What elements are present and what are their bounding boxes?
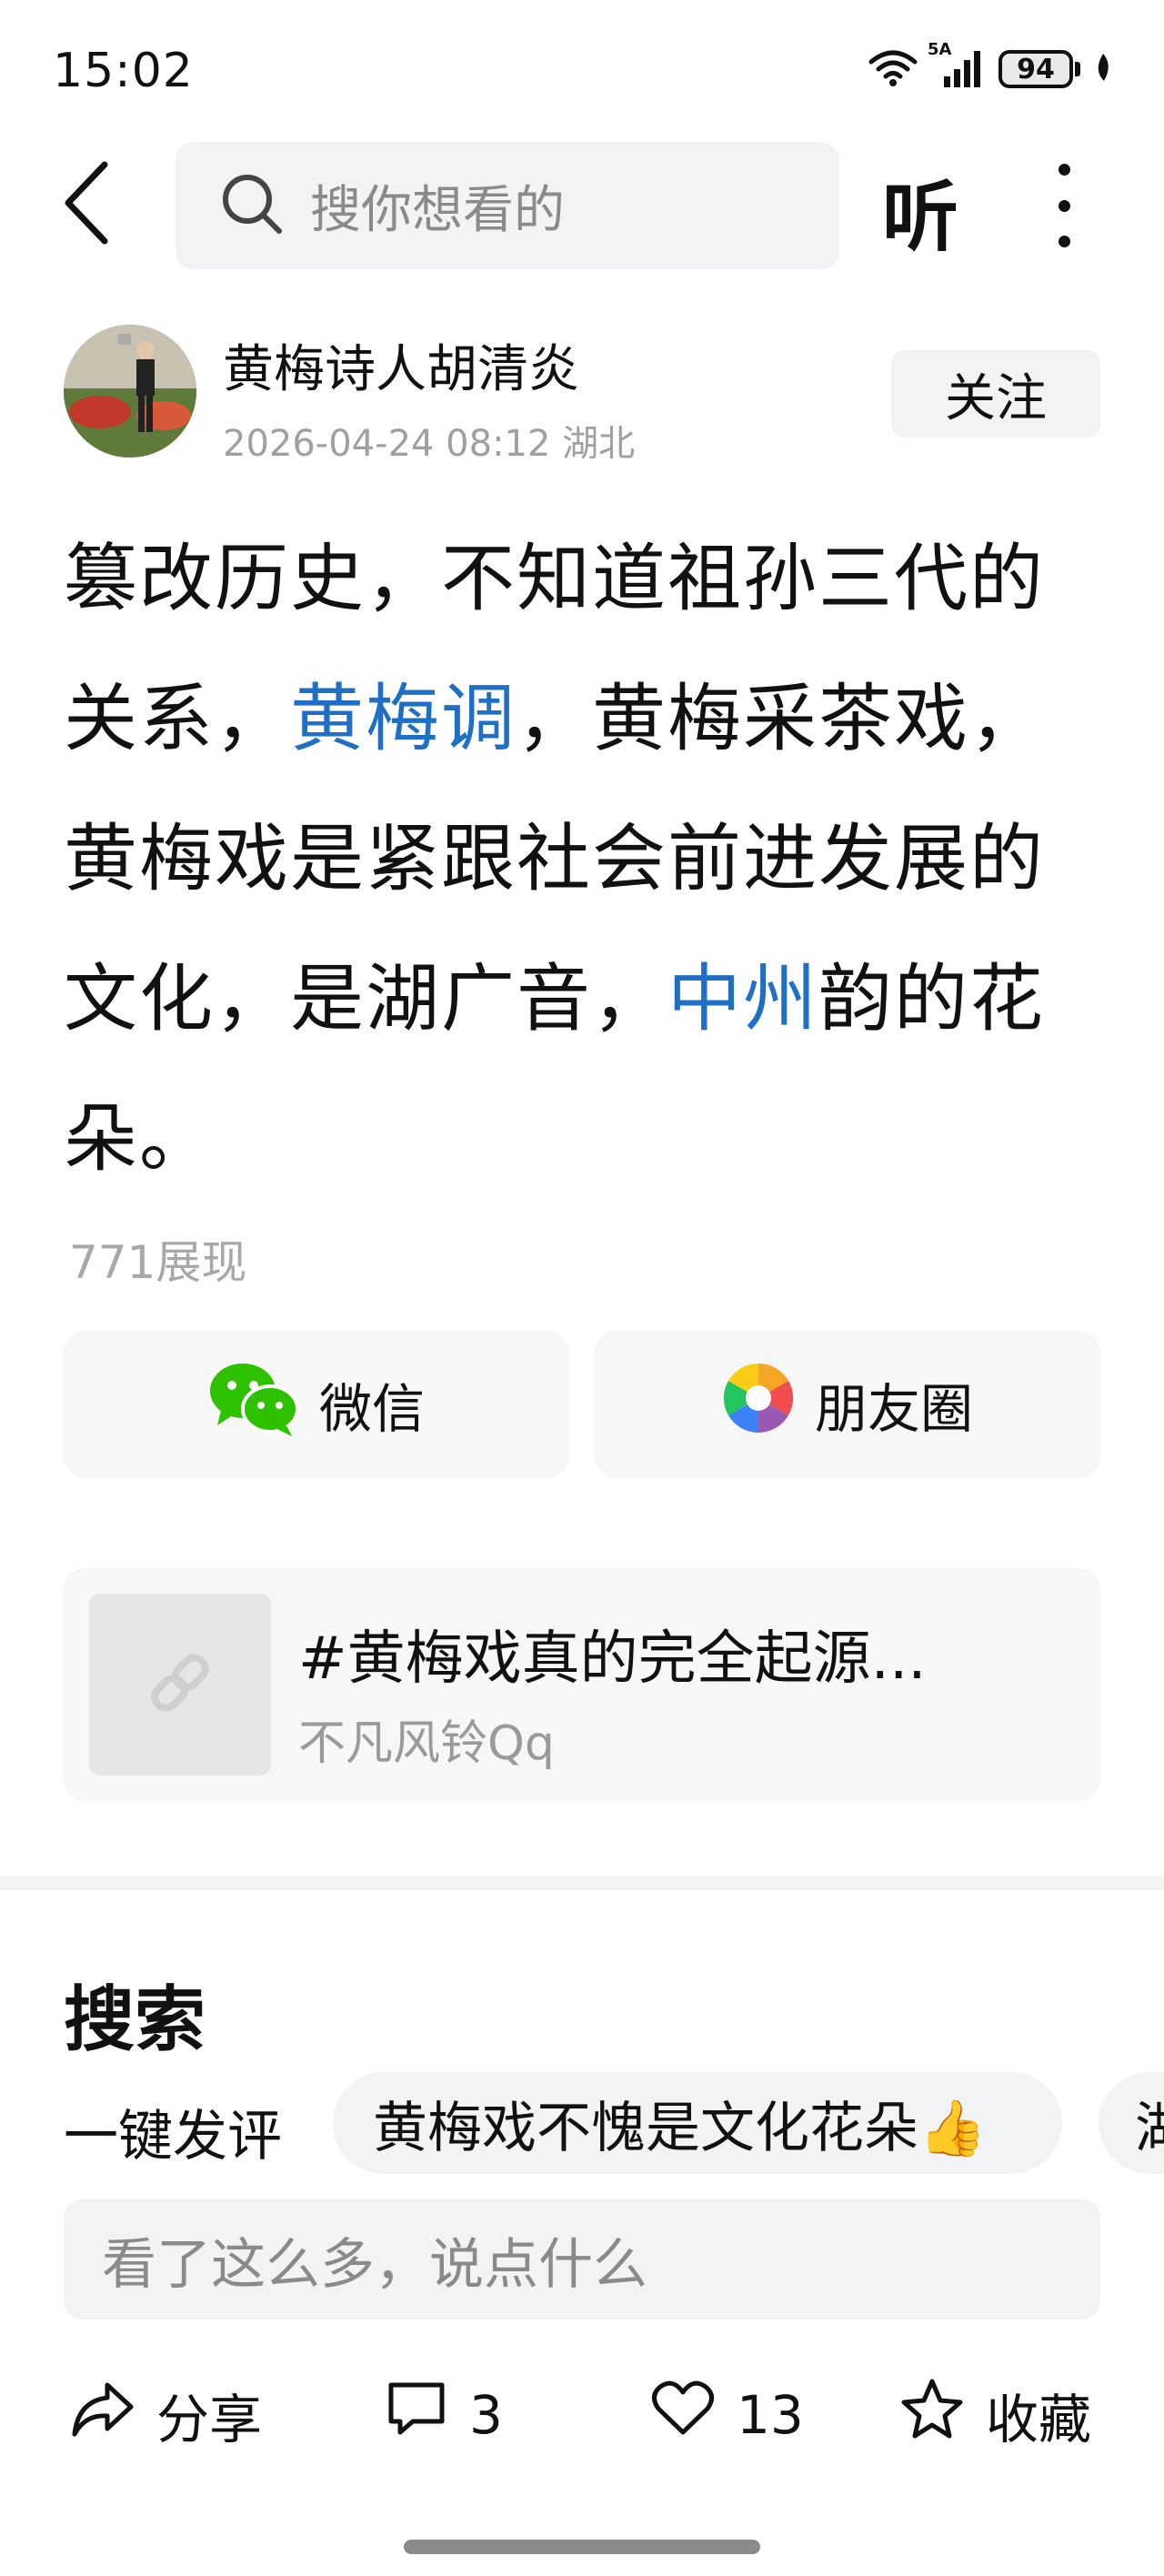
dot-icon <box>1058 199 1070 212</box>
view-count: 771展现 <box>69 1236 247 1289</box>
dot-icon <box>1058 164 1070 176</box>
chevron-left-icon <box>59 159 114 250</box>
back-button[interactable] <box>45 155 127 255</box>
share-moments-button[interactable]: 朋友圈 <box>595 1331 1100 1478</box>
share-button[interactable]: 分享 <box>71 2365 262 2465</box>
battery-tip <box>1075 62 1080 76</box>
share-label: 分享 <box>156 2389 263 2450</box>
favorite-button[interactable]: 收藏 <box>900 2365 1091 2465</box>
comment-count: 3 <box>469 2384 503 2446</box>
wifi-icon <box>868 47 918 91</box>
status-bar: 15:02 5A 94 <box>0 0 1164 136</box>
wechat-icon <box>208 1360 299 1449</box>
link-icon <box>144 1646 216 1723</box>
post-meta: 2026-04-24 08:12 湖北 <box>223 423 636 465</box>
star-icon <box>900 2378 964 2452</box>
network-type-label: 5A <box>928 40 952 59</box>
topic-author: 不凡风铃Qq <box>298 1716 555 1771</box>
listen-button[interactable]: 听 <box>882 156 958 267</box>
share-row: 微信 朋友圈 <box>64 1331 1100 1478</box>
like-button[interactable]: 13 <box>651 2365 804 2465</box>
quick-comment-chip[interactable]: 湖 <box>1099 2072 1164 2174</box>
quick-comment-chip[interactable]: 黄梅戏不愧是文化花朵👍 <box>333 2072 1062 2174</box>
moments-icon <box>722 1362 795 1447</box>
comment-input[interactable]: 看了这么多，说点什么 <box>64 2199 1100 2319</box>
comment-icon <box>386 2380 447 2450</box>
home-indicator[interactable] <box>404 2540 760 2554</box>
search-input[interactable]: 搜你想看的 <box>176 142 839 269</box>
share-moments-label: 朋友圈 <box>814 1378 973 1440</box>
topic-link-huangmeidiao[interactable]: 黄梅调 <box>290 677 517 762</box>
signal-icon: 5A <box>928 40 986 89</box>
battery-level: 94 <box>998 50 1073 88</box>
like-count: 13 <box>737 2384 804 2446</box>
related-topic-card[interactable]: #黄梅戏真的完全起源... 不凡风铃Qq <box>64 1568 1100 1801</box>
share-wechat-label: 微信 <box>318 1378 425 1440</box>
status-time: 15:02 <box>53 44 194 98</box>
share-wechat-button[interactable]: 微信 <box>64 1331 569 1478</box>
top-bar: 搜你想看的 听 <box>0 136 1164 282</box>
post-content: 篡改历史，不知道祖孙三代的关系，黄梅调，黄梅采茶戏，黄梅戏是紧跟社会前进发展的文… <box>64 509 1109 1210</box>
battery-indicator: 94 <box>998 50 1080 88</box>
more-options-button[interactable] <box>1037 160 1091 251</box>
avatar[interactable] <box>64 325 196 458</box>
author-row: 黄梅诗人胡清炎 2026-04-24 08:12 湖北 关注 <box>0 314 1164 478</box>
quick-comment-row: 一键发评 黄梅戏不愧是文化花朵👍 湖 <box>0 2072 1164 2174</box>
bottom-action-bar: 分享 3 13 收藏 <box>0 2365 1164 2465</box>
heart-icon <box>651 2380 715 2450</box>
author-name[interactable]: 黄梅诗人胡清炎 <box>223 328 579 402</box>
topic-title: #黄梅戏真的完全起源... <box>298 1625 927 1693</box>
section-divider <box>0 1876 1164 1890</box>
search-placeholder: 搜你想看的 <box>310 180 565 240</box>
quick-comment-label: 一键发评 <box>64 2105 282 2168</box>
follow-button[interactable]: 关注 <box>891 350 1100 438</box>
topic-link-zhongzhou[interactable]: 中州 <box>667 957 818 1042</box>
share-icon <box>71 2380 135 2450</box>
dot-icon <box>1058 236 1070 247</box>
topic-thumbnail <box>89 1594 271 1776</box>
status-icons: 5A 94 <box>868 40 1113 91</box>
search-icon <box>219 171 285 240</box>
favorite-label: 收藏 <box>986 2389 1092 2450</box>
comment-button[interactable]: 3 <box>386 2365 503 2465</box>
search-section-heading: 搜索 <box>64 1979 206 2061</box>
leaf-icon <box>1093 52 1113 86</box>
